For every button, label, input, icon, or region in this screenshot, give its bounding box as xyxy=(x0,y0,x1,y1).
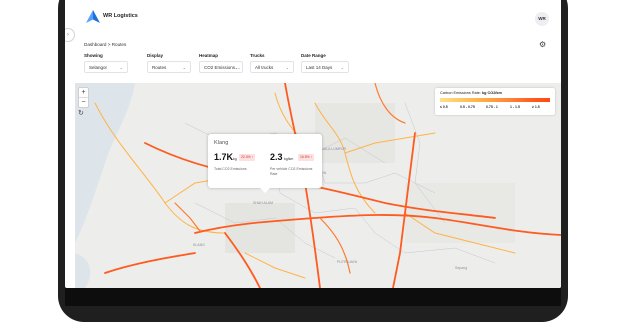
select-value: Selangor xyxy=(89,65,108,70)
filter-display: Display Routes ⌄ xyxy=(147,53,191,73)
filter-label: Trucks xyxy=(250,53,265,58)
chevron-down-icon: ⌄ xyxy=(182,65,186,70)
chevron-down-icon: ⌄ xyxy=(234,65,238,70)
emissions-legend: Carbon Emissions Rate: kg CO2/km ≤ 0.5 0… xyxy=(435,88,555,115)
display-select[interactable]: Routes ⌄ xyxy=(147,61,191,73)
legend-title: Carbon Emissions Rate: kg CO2/km xyxy=(440,91,502,95)
zoom-out-button[interactable]: − xyxy=(79,98,88,107)
legend-tick: 1 - 1.5 xyxy=(510,105,520,109)
total-emissions-value: 1.7K xyxy=(214,152,234,162)
map-label: SHAH ALAM xyxy=(253,201,274,205)
map-label: KLANG xyxy=(193,243,205,247)
top-bar: WR Logistics WR xyxy=(65,0,561,36)
map-label: PUTRAJAYA xyxy=(337,260,358,264)
date-range-select[interactable]: Last 14 Days ⌄ xyxy=(301,61,349,73)
map-label: Sepang xyxy=(455,266,468,270)
sea-area xyxy=(75,253,91,288)
app-screen: WR Logistics WR › Dashboard > Routes ⚙ S… xyxy=(65,0,561,288)
filter-label: Display xyxy=(147,53,164,58)
location-popup: Klang 1.7K kg 22.4% ↑ Total CO2 Emission… xyxy=(208,134,322,193)
filter-label: Showing xyxy=(84,53,103,58)
zoom-in-button[interactable]: + xyxy=(79,88,88,98)
total-emissions-unit: kg xyxy=(233,157,237,161)
legend-tick: 0.5 - 0.75 xyxy=(460,105,475,109)
heatmap-select[interactable]: CO2 Emissions ... ⌄ xyxy=(199,61,243,73)
filter-trucks: Trucks All trucks ⌄ xyxy=(250,53,294,73)
legend-tick: ≥ 1.5 xyxy=(532,105,540,109)
reset-view-icon[interactable]: ↻ xyxy=(78,109,84,117)
sidebar-toggle-icon[interactable]: › xyxy=(65,28,75,42)
filter-showing: Showing Selangor ⌄ xyxy=(84,53,128,73)
filter-label: Heatmap xyxy=(199,53,219,58)
gear-icon[interactable]: ⚙ xyxy=(539,40,546,49)
showing-select[interactable]: Selangor ⌄ xyxy=(84,61,128,73)
chevron-down-icon: ⌄ xyxy=(285,65,289,70)
land-patch xyxy=(225,203,295,253)
land-patch xyxy=(315,103,395,163)
legend-tick: ≤ 0.5 xyxy=(440,105,448,109)
chevron-down-icon: ⌄ xyxy=(340,65,344,70)
popup-title: Klang xyxy=(214,140,229,146)
filter-label: Date Range xyxy=(301,53,326,58)
select-value: Last 14 Days xyxy=(306,65,333,70)
legend-gradient-bar xyxy=(440,98,550,102)
legend-title-unit: kg CO2/km xyxy=(482,91,502,95)
route-map[interactable]: KUALA LUMPUR PETALING JAYA SHAH ALAM PUT… xyxy=(75,83,561,288)
breadcrumb[interactable]: Dashboard > Routes xyxy=(84,42,126,47)
chevron-down-icon: ⌄ xyxy=(119,65,123,70)
logo-icon xyxy=(86,10,100,23)
rate-desc: Per vehicle CO2 Emissions Rate xyxy=(270,167,313,176)
select-value: All trucks xyxy=(255,65,274,70)
device-bottom-bezel xyxy=(65,288,561,306)
zoom-control: + − xyxy=(78,87,89,108)
avatar[interactable]: WR xyxy=(535,12,549,26)
rate-value: 2.3 xyxy=(270,152,283,162)
filter-date-range: Date Range Last 14 Days ⌄ xyxy=(301,53,349,73)
filter-heatmap: Heatmap CO2 Emissions ... ⌄ xyxy=(199,53,243,73)
trucks-select[interactable]: All trucks ⌄ xyxy=(250,61,294,73)
legend-tick: 0.75 - 1 xyxy=(486,105,498,109)
total-emissions-desc: Total CO2 Emissions xyxy=(214,167,247,171)
brand-name: WR Logistics xyxy=(103,13,138,19)
total-change-badge: 22.4% ↑ xyxy=(239,154,256,161)
map-label: KUALA LUMPUR xyxy=(319,147,347,151)
rate-unit: kg/km xyxy=(284,157,294,161)
legend-title-prefix: Carbon Emissions Rate: xyxy=(440,91,481,95)
rate-change-badge: 16.5% ↑ xyxy=(298,154,315,161)
select-value: Routes xyxy=(152,65,167,70)
